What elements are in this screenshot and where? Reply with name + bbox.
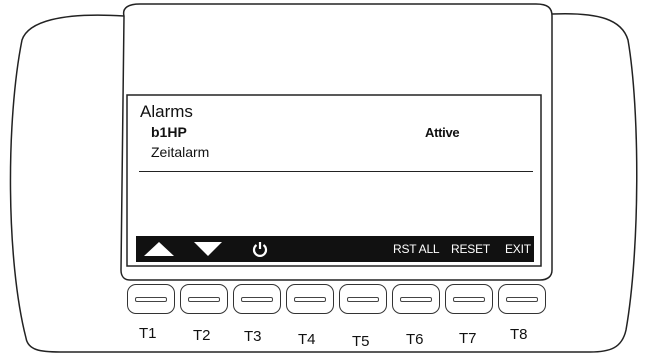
- triangle-down-icon[interactable]: [194, 242, 222, 256]
- lcd-screen: Alarms b1HP Attive Zeitalarm RST ALL RES…: [131, 98, 539, 264]
- button-label-t1: T1: [139, 325, 157, 342]
- power-icon[interactable]: [252, 241, 268, 257]
- button-t7[interactable]: [445, 284, 493, 314]
- screen-title: Alarms: [140, 102, 193, 121]
- button-label-t3: T3: [244, 328, 262, 345]
- alarm-code: b1HP: [151, 124, 187, 140]
- divider: [139, 171, 533, 172]
- button-label-t8: T8: [510, 326, 528, 343]
- button-t5[interactable]: [339, 284, 387, 314]
- button-label-t6: T6: [406, 331, 424, 348]
- button-label-t4: T4: [298, 331, 316, 348]
- button-label-t7: T7: [459, 330, 477, 347]
- reset-softkey[interactable]: RESET: [451, 236, 490, 262]
- alarm-description: Zeitalarm: [151, 144, 210, 160]
- button-t3[interactable]: [233, 284, 281, 314]
- alarm-status: Attive: [425, 125, 460, 140]
- button-label-t2: T2: [193, 327, 211, 344]
- rst-all-softkey[interactable]: RST ALL: [393, 236, 440, 262]
- button-label-t5: T5: [352, 333, 370, 350]
- button-t6[interactable]: [392, 284, 440, 314]
- button-t8[interactable]: [498, 284, 546, 314]
- button-t2[interactable]: [180, 284, 228, 314]
- button-t4[interactable]: [286, 284, 334, 314]
- button-t1[interactable]: [127, 284, 175, 314]
- exit-softkey[interactable]: EXIT: [505, 236, 531, 262]
- softkey-bar: RST ALL RESET EXIT: [136, 236, 534, 262]
- triangle-up-icon[interactable]: [144, 242, 174, 256]
